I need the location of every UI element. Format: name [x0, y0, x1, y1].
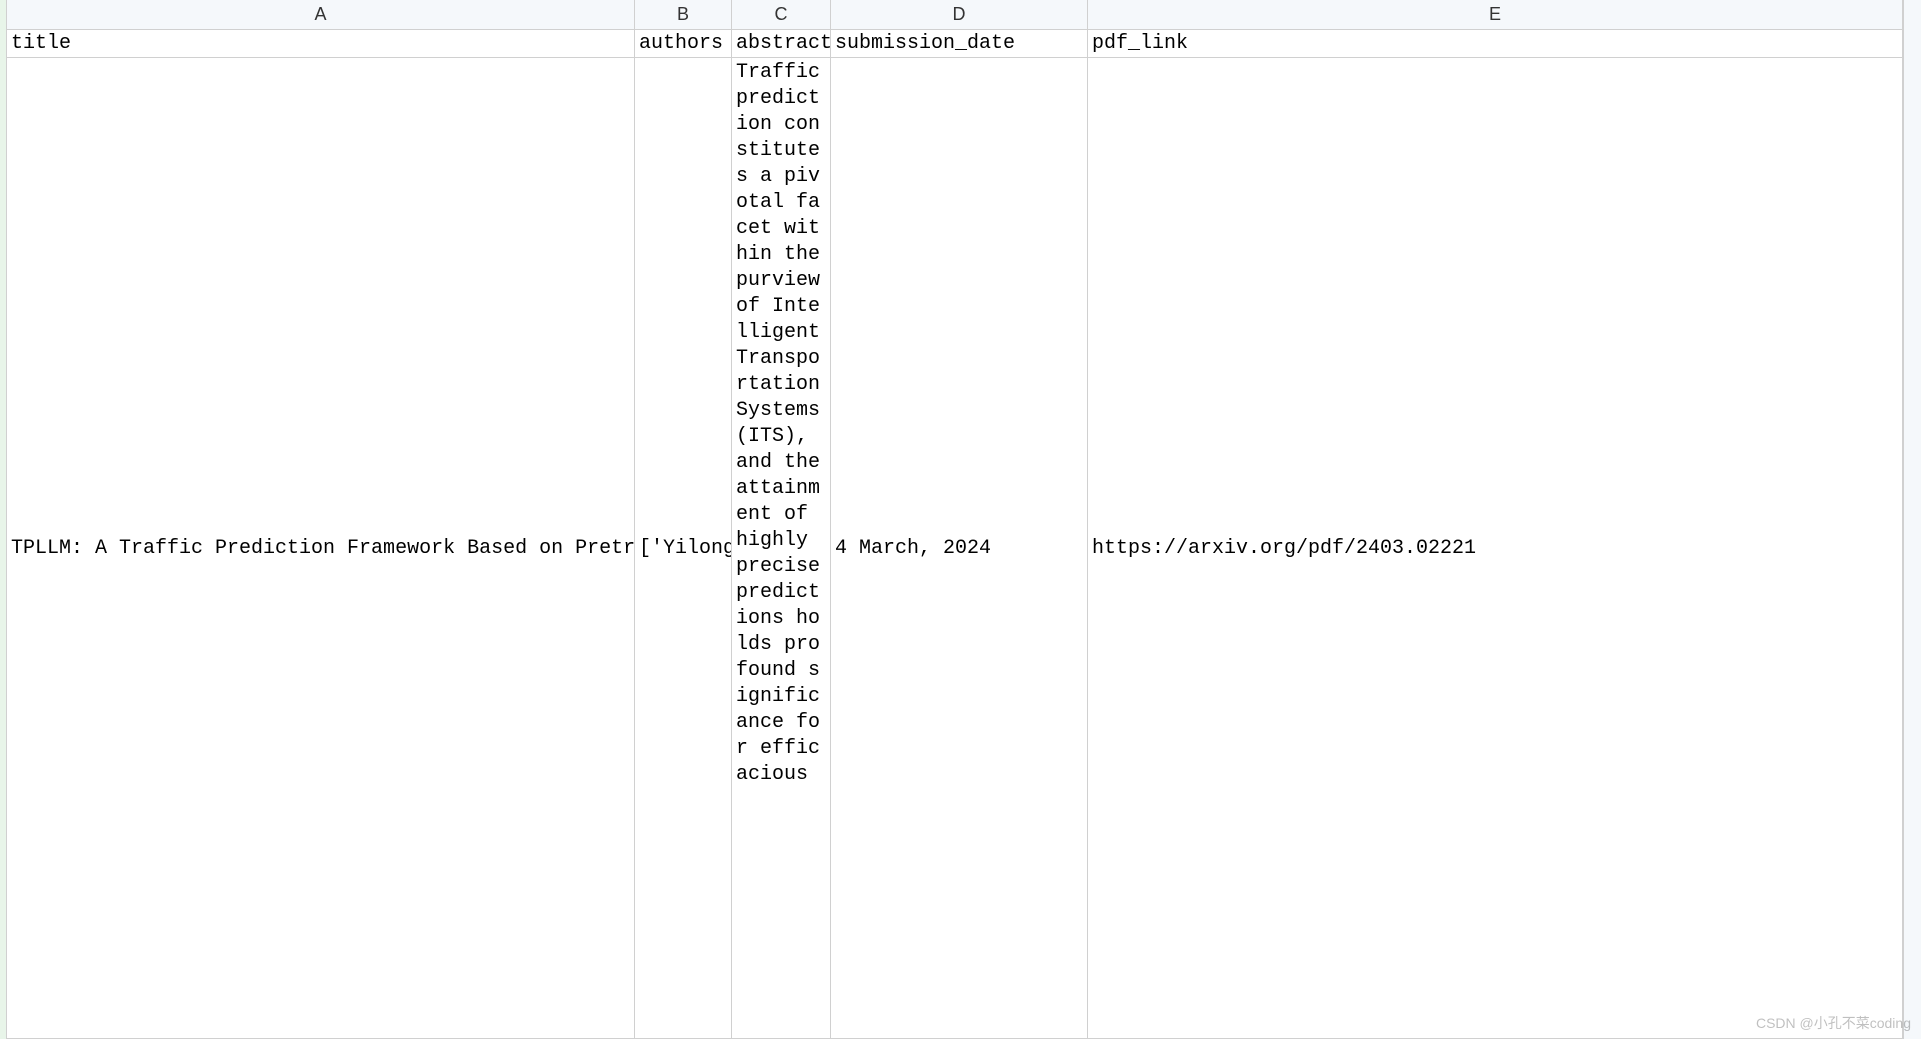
column-header-D[interactable]: D [831, 0, 1088, 29]
column-header-A[interactable]: A [7, 0, 635, 29]
table-row: TPLLM: A Traffic Prediction Framework Ba… [7, 58, 1903, 1039]
cell-E1[interactable]: pdf_link [1088, 30, 1903, 57]
spreadsheet: A B C D E title authors abstract submiss… [0, 0, 1921, 1039]
cell-A2[interactable]: TPLLM: A Traffic Prediction Framework Ba… [7, 58, 635, 1038]
table-row: title authors abstract submission_date p… [7, 30, 1903, 58]
cell-A1[interactable]: title [7, 30, 635, 57]
cell-C1[interactable]: abstract [732, 30, 831, 57]
cell-D2[interactable]: 4 March, 2024 [831, 58, 1088, 1038]
main-area: A B C D E title authors abstract submiss… [7, 0, 1903, 1039]
cell-B2[interactable]: ['Yilong F [635, 58, 732, 1038]
cell-B1[interactable]: authors [635, 30, 732, 57]
column-header-B[interactable]: B [635, 0, 732, 29]
column-header-E[interactable]: E [1088, 0, 1903, 29]
column-header-C[interactable]: C [732, 0, 831, 29]
cell-C2[interactable]: Traffic prediction constitutes a pivotal… [732, 58, 831, 1038]
cell-D1[interactable]: submission_date [831, 30, 1088, 57]
cell-E2[interactable]: https://arxiv.org/pdf/2403.02221 [1088, 58, 1903, 1038]
column-headers-row: A B C D E [7, 0, 1903, 30]
right-edge [1903, 0, 1921, 1039]
row-gutter [0, 0, 7, 1039]
data-area: title authors abstract submission_date p… [7, 30, 1903, 1039]
